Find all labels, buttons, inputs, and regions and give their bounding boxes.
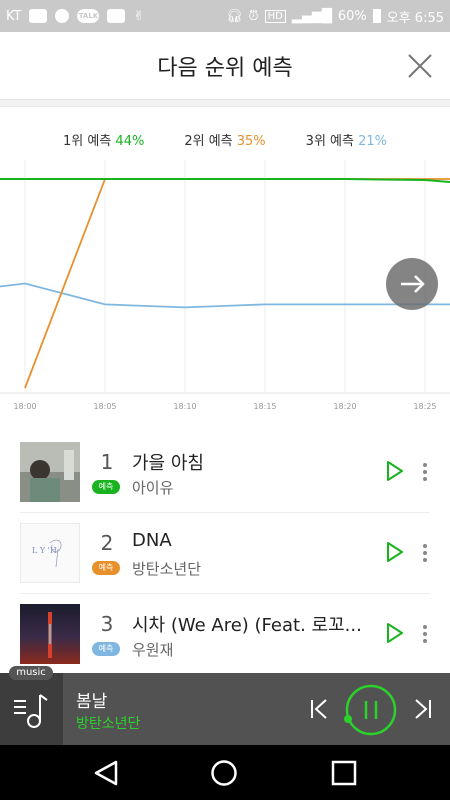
more-icon[interactable] [422, 624, 428, 644]
alarm-icon: ⏰︎ [248, 8, 259, 24]
mini-player[interactable]: 봄날 방탄소년단 [0, 673, 450, 745]
rank: 2 [100, 531, 114, 555]
recents-icon[interactable] [330, 759, 358, 787]
arrow-right-icon [401, 275, 425, 293]
list-item[interactable]: 3 예측 시차 (We Are) (Feat. 로꼬... 우원재 [20, 594, 430, 675]
message-icon [29, 9, 48, 23]
play-icon[interactable] [386, 622, 404, 644]
x-tick-label: 18:25 [413, 402, 436, 411]
next-icon[interactable] [410, 697, 434, 721]
chart-legend: 1위 예측 44% 2위 예측 35% 3위 예측 21% [0, 130, 450, 149]
battery-icon [372, 9, 381, 23]
artist-name: 우원재 [132, 641, 174, 659]
album-art-3 [20, 604, 80, 664]
song-title: DNA [132, 530, 172, 551]
x-tick-label: 18:10 [173, 402, 196, 411]
now-playing-title: 봄날 [76, 692, 108, 712]
album-art-2: L Y 'H [20, 523, 80, 583]
home-icon[interactable] [210, 759, 238, 787]
x-tick-label: 18:00 [13, 402, 36, 411]
rank: 3 [100, 612, 114, 636]
predict-badge: 예측 [92, 480, 120, 494]
album-art-1 [20, 442, 80, 502]
status-bar: KT TALK ✌ 🎧︎ ⏰︎ HD ▂▄▆█ 60% 오후 6:55 [0, 0, 450, 32]
list-item[interactable]: 1 예측 가을 아침 아이유 [20, 432, 430, 513]
x-tick-label: 18:20 [333, 402, 356, 411]
legend-item-1: 1위 예측 44% [62, 134, 145, 149]
app-icon [55, 9, 70, 23]
peace-icon: ✌ [133, 8, 145, 24]
play-icon[interactable] [386, 460, 404, 482]
predict-badge: 예측 [92, 642, 120, 656]
rank: 1 [100, 450, 114, 474]
song-title: 가을 아침 [132, 453, 204, 474]
system-nav-bar [0, 745, 450, 800]
carrier-label: KT [6, 8, 22, 24]
svg-text:L Y 'H: L Y 'H [32, 546, 57, 555]
back-icon[interactable] [92, 759, 120, 787]
header: 다음 순위 예측 [0, 32, 450, 100]
series-line-3 [0, 282, 450, 309]
artist-name: 방탄소년단 [132, 560, 202, 578]
x-tick-label: 18:15 [253, 402, 276, 411]
now-playing-artist: 방탄소년단 [76, 716, 141, 732]
prediction-chart: 18:00 18:05 18:10 18:15 18:20 18:25 [0, 160, 450, 411]
next-chart-button[interactable] [386, 258, 438, 310]
predict-badge: 예측 [92, 561, 120, 575]
section-divider [0, 100, 450, 107]
x-tick-label: 18:05 [93, 402, 116, 411]
battery-percent: 60% [337, 8, 367, 24]
playlist-button[interactable] [0, 673, 63, 745]
series-line-1 [0, 177, 450, 183]
more-icon[interactable] [422, 462, 428, 482]
pause-button[interactable] [342, 681, 400, 739]
previous-icon[interactable] [308, 697, 332, 721]
artist-name: 아이유 [132, 479, 174, 497]
legend-item-2: 2위 예측 35% [184, 134, 266, 149]
signal-icon: ▂▄▆█ [291, 8, 332, 24]
playlist-icon [14, 694, 48, 728]
legend-item-3: 3위 예측 21% [305, 134, 388, 149]
talk-icon: TALK [77, 9, 100, 23]
headset-icon: 🎧︎ [225, 8, 243, 24]
close-icon[interactable] [406, 52, 434, 80]
list-item[interactable]: L Y 'H 2 예측 DNA 방탄소년단 [20, 513, 430, 594]
play-icon[interactable] [386, 541, 404, 563]
page-title: 다음 순위 예측 [157, 56, 293, 81]
song-title: 시차 (We Are) (Feat. 로꼬... [132, 615, 362, 636]
more-icon[interactable] [422, 543, 428, 563]
prediction-list: 1 예측 가을 아침 아이유 L Y 'H 2 예측 DNA 방탄소년단 3 예… [20, 432, 430, 675]
hd-icon: HD [264, 9, 286, 23]
youtube-icon [107, 9, 126, 23]
music-tag: music [9, 666, 53, 680]
clock: 오후 6:55 [386, 10, 444, 26]
